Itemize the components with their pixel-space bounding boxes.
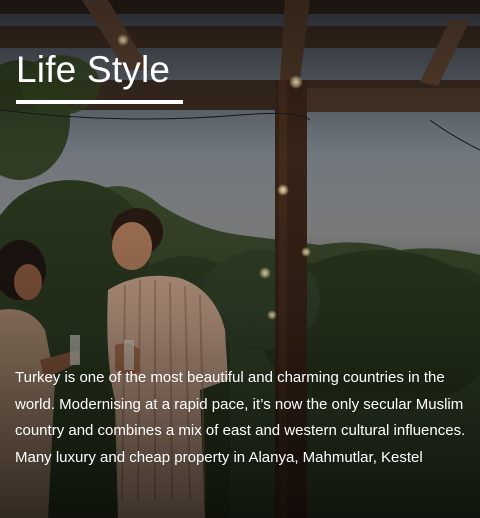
page-title: Life Style — [16, 49, 171, 90]
lifestyle-card: Life Style Turkey is one of the most bea… — [0, 0, 480, 518]
title-underline — [16, 100, 183, 104]
description-text: Turkey is one of the most beautiful and … — [15, 369, 466, 466]
